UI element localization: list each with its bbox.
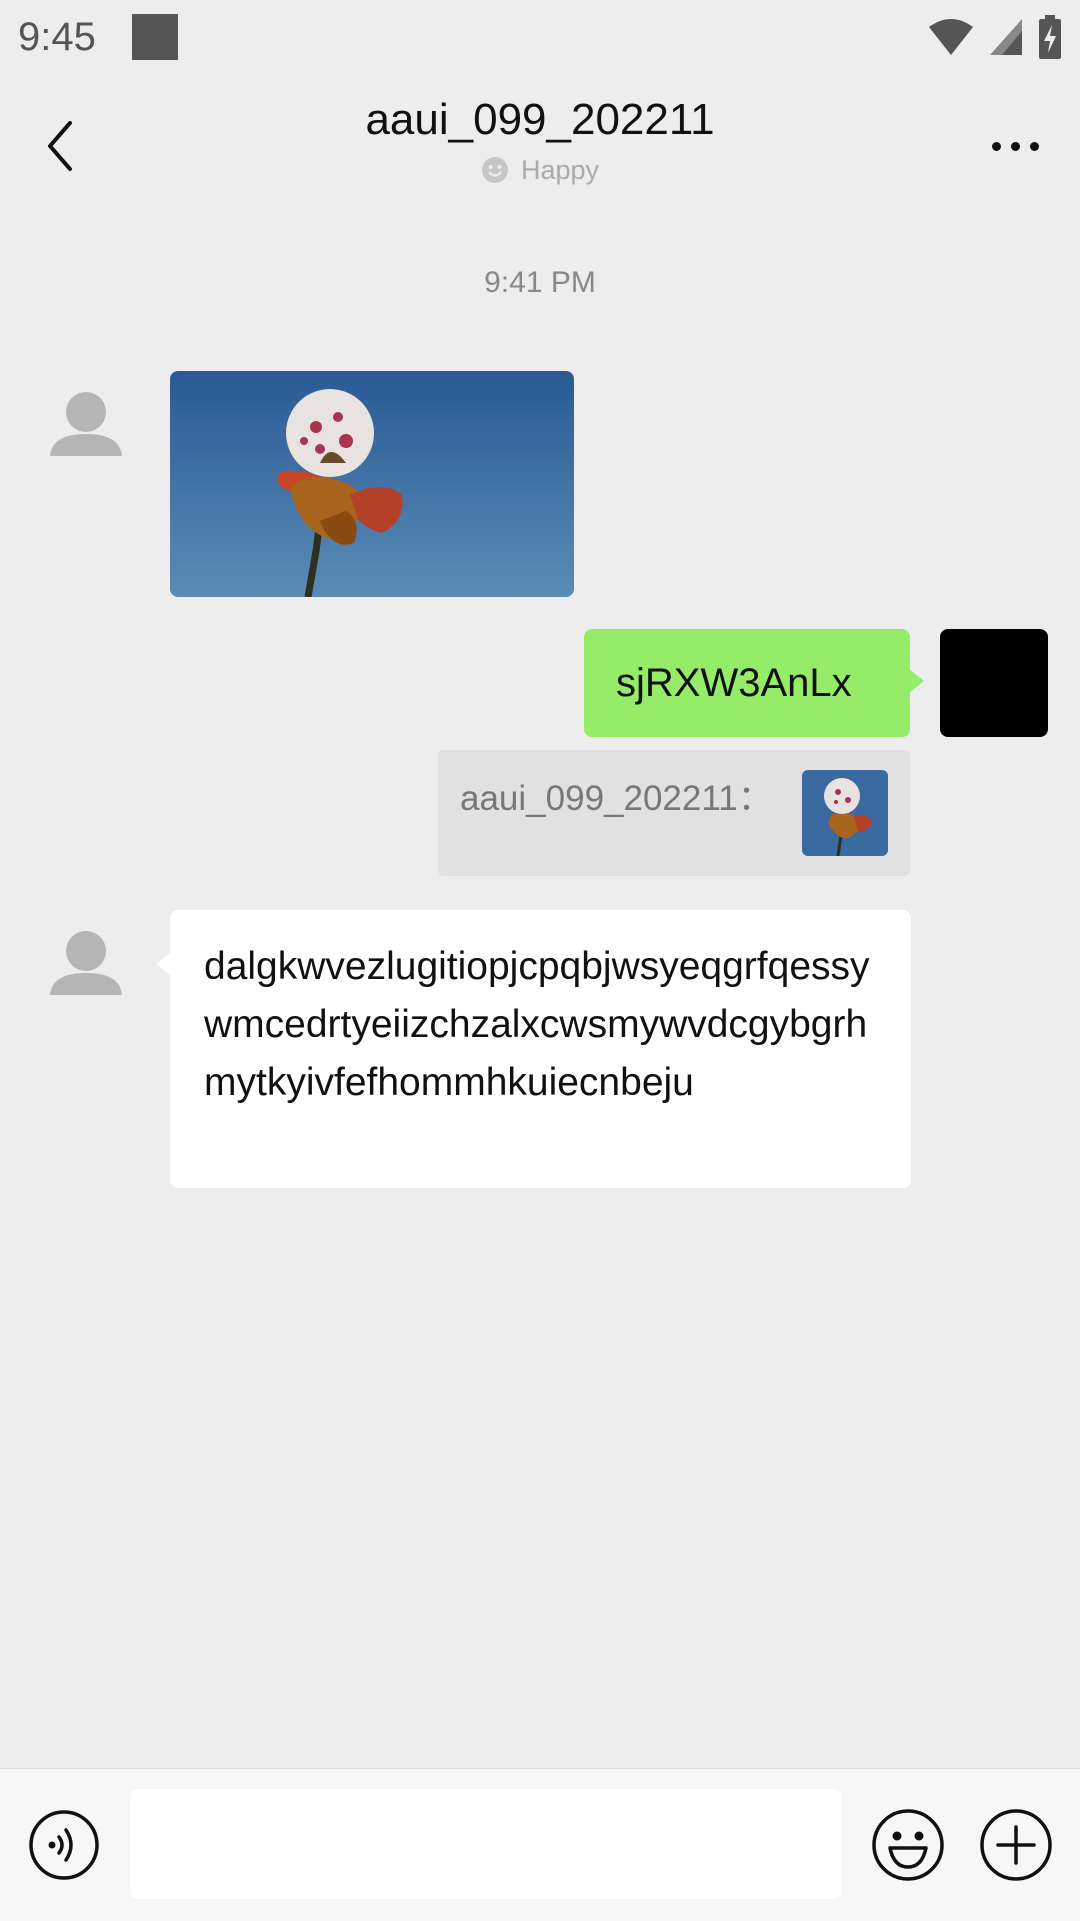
more-button[interactable] bbox=[980, 116, 1050, 176]
image-message[interactable] bbox=[170, 371, 574, 597]
status-bar: 9:45 bbox=[0, 0, 1080, 76]
quote-author: aaui_099_202211： bbox=[460, 779, 773, 818]
contact-status: Happy bbox=[0, 150, 1080, 190]
status-icons bbox=[928, 14, 1062, 60]
chat-title: aaui_099_202211 bbox=[365, 95, 715, 144]
contact-avatar-icon[interactable] bbox=[32, 374, 140, 482]
status-time: 9:45 bbox=[18, 15, 96, 59]
sent-message-bubble[interactable]: sjRXW3AnLx bbox=[584, 629, 924, 737]
notification-square-icon bbox=[132, 14, 178, 60]
sent-message-text: sjRXW3AnLx bbox=[616, 660, 852, 705]
contact-avatar-icon[interactable] bbox=[32, 913, 140, 1021]
received-message-bubble[interactable]: dalgkwvezlugitiopjcpqbjwsyeqgrfqessywmce… bbox=[156, 910, 911, 1188]
received-message-text: dalgkwvezlugitiopjcpqbjwsyeqgrfqessywmce… bbox=[204, 945, 870, 1104]
quoted-message[interactable]: aaui_099_202211： bbox=[438, 750, 910, 876]
status-text: Happy bbox=[520, 155, 600, 185]
chat-header: aaui_099_202211 Happy bbox=[0, 76, 1080, 206]
voice-icon[interactable] bbox=[28, 1809, 100, 1881]
more-dot bbox=[1010, 141, 1020, 151]
battery-charging-icon bbox=[1039, 15, 1061, 59]
wifi-icon bbox=[929, 19, 973, 55]
message-input[interactable] bbox=[130, 1789, 842, 1899]
flower-photo bbox=[802, 770, 888, 856]
more-dot bbox=[1029, 141, 1039, 151]
more-dot bbox=[991, 141, 1001, 151]
emoji-icon[interactable] bbox=[870, 1807, 946, 1883]
smiley-icon bbox=[481, 157, 508, 183]
message-timestamp: 9:41 PM bbox=[484, 266, 596, 299]
my-avatar[interactable] bbox=[940, 629, 1048, 737]
signal-icon bbox=[990, 19, 1022, 55]
input-bar bbox=[0, 1768, 1080, 1921]
flower-photo bbox=[170, 371, 574, 597]
plus-icon[interactable] bbox=[978, 1807, 1054, 1883]
quote-thumbnail bbox=[802, 770, 888, 856]
